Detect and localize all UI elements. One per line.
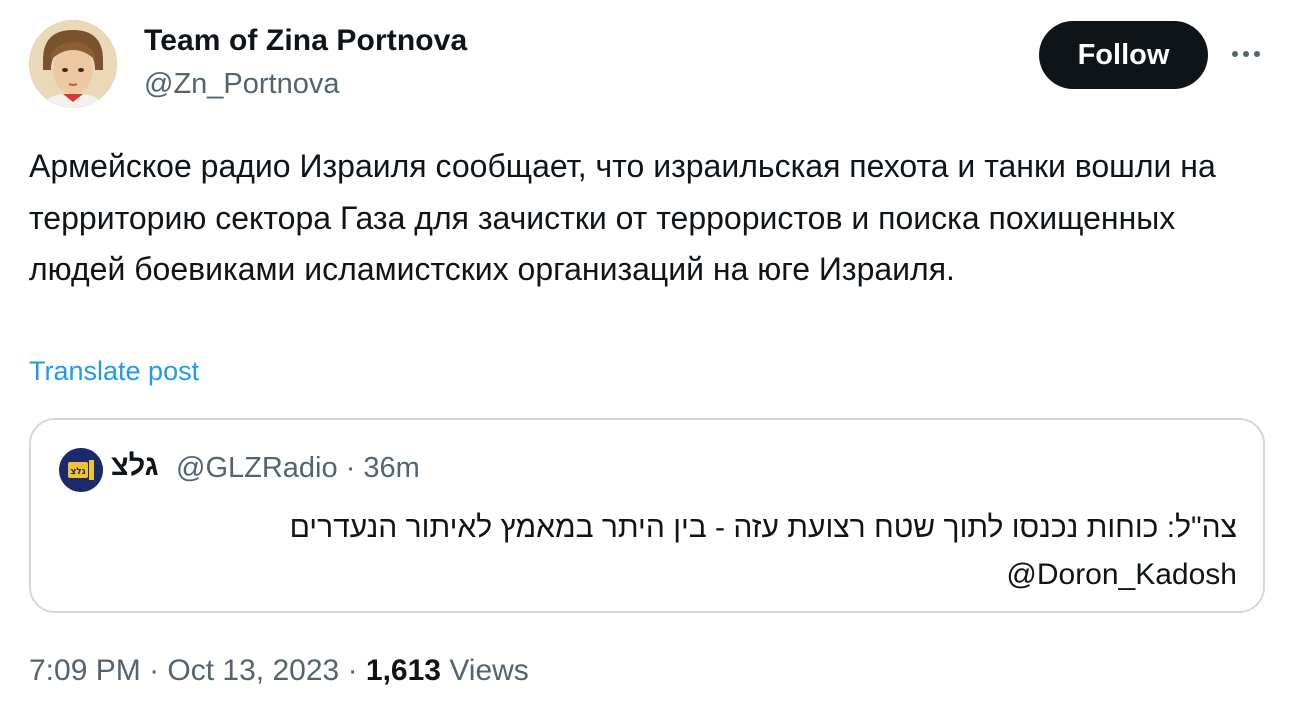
post-date[interactable]: Oct 13, 2023 <box>167 654 339 687</box>
follow-button[interactable]: Follow <box>1039 21 1208 89</box>
translate-post-link[interactable]: Translate post <box>29 356 199 387</box>
views-count: 1,613 <box>365 654 441 687</box>
avatar[interactable] <box>29 20 117 108</box>
tweet-text: Армейское радио Израиля сообщает, что из… <box>29 148 1216 287</box>
author-display-name[interactable]: Team of Zina Portnova <box>144 24 467 58</box>
glz-logo-icon: גלצ <box>59 448 103 492</box>
views-label: Views <box>449 654 529 687</box>
quoted-avatar[interactable]: גלצ <box>59 448 103 492</box>
quoted-post[interactable]: גלצ גלצ @GLZRadio · 36m צה"ל: כוחות נכנס… <box>29 418 1265 613</box>
post-meta: 7:09 PM · Oct 13, 2023 · 1,613 Views <box>29 654 529 688</box>
quoted-mention[interactable]: @Doron_Kadosh <box>1006 558 1237 591</box>
author-handle[interactable]: @Zn_Portnova <box>144 68 339 101</box>
more-dots-icon[interactable] <box>1226 42 1266 66</box>
portrait-icon <box>29 20 117 108</box>
quoted-text: צה"ל: כוחות נכנסו לתוך שטח רצועת עזה - ב… <box>87 504 1237 598</box>
separator: · <box>345 452 356 484</box>
quoted-handle[interactable]: @GLZRadio <box>176 452 338 484</box>
dot <box>1243 51 1249 57</box>
dot <box>1254 51 1260 57</box>
separator: · <box>149 654 160 687</box>
quoted-text-line: צה"ל: כוחות נכנסו לתוך שטח רצועת עזה - ב… <box>289 511 1237 544</box>
post-time[interactable]: 7:09 PM <box>29 654 141 687</box>
dot <box>1232 51 1238 57</box>
svg-text:גלצ: גלצ <box>70 467 85 477</box>
quoted-display-name[interactable]: גלצ <box>111 450 159 483</box>
quoted-time[interactable]: 36m <box>363 452 419 484</box>
quoted-meta: @GLZRadio · 36m <box>176 452 420 485</box>
separator: · <box>347 654 358 687</box>
